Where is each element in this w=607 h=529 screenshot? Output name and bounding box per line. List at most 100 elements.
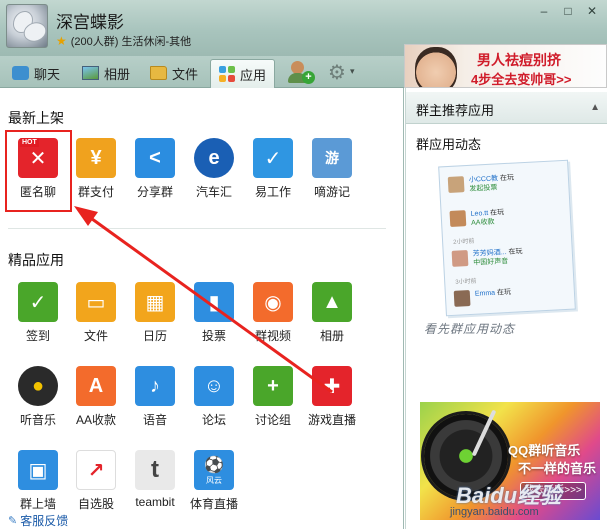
user-avatar: [447, 176, 465, 193]
app-forum[interactable]: ☺ 论坛: [185, 366, 243, 428]
app-teambit[interactable]: t teambit: [126, 450, 184, 509]
app-album[interactable]: ▲ 相册: [303, 282, 361, 344]
app-label: 游戏直播: [307, 413, 356, 427]
app-label: 群上墙: [19, 497, 56, 511]
app-travel-notes[interactable]: 游 嘀游记: [303, 138, 361, 200]
handwritten-caption: 看先群应用动态: [424, 322, 516, 336]
gamepad-icon: ✚: [312, 366, 352, 406]
plus-icon: +: [302, 71, 315, 84]
activity-feed-card: 小CCC教 在玩 发起投票 Leo.tt 在玩 AA收款 2小时前 芳芳妈酒... …: [438, 159, 576, 317]
app-group-video[interactable]: ◉ 群视频: [244, 282, 302, 344]
chevron-down-icon[interactable]: ▾: [350, 66, 355, 77]
app-label: 签到: [25, 329, 50, 343]
app-label: AA收款: [75, 413, 116, 427]
user-avatar: [453, 290, 471, 307]
app-voice[interactable]: ♪ 语音: [126, 366, 184, 428]
app-label: 日历: [142, 329, 167, 343]
collapse-icon[interactable]: ▲: [590, 102, 600, 113]
app-calendar[interactable]: ▦ 日历: [126, 282, 184, 344]
app-game-live[interactable]: ✚ 游戏直播: [303, 366, 361, 428]
folder-icon: [150, 66, 167, 80]
ad-banner[interactable]: 男人祛痘别挤 4步全去变帅哥>>: [404, 44, 607, 88]
tab-label: 聊天: [34, 66, 61, 82]
feed-time: 2小时前: [453, 238, 475, 246]
app-label: 自选股: [77, 497, 114, 511]
app-label: 投票: [201, 329, 226, 343]
ad-subline: 4步全去变帅哥>>: [471, 72, 572, 87]
feed-item: 芳芳妈酒... 在玩 中国好声音: [451, 247, 524, 269]
watermark-url: jingyan.baidu.com: [450, 506, 539, 518]
app-car-club[interactable]: e 汽车汇: [185, 138, 243, 200]
app-vote[interactable]: ▮ 投票: [185, 282, 243, 344]
settings-gear-icon[interactable]: ⚙: [328, 60, 346, 85]
feed-item: Leo.tt 在玩 AA收款: [449, 208, 505, 229]
microphone-icon: ♪: [135, 366, 175, 406]
app-discussion[interactable]: + 讨论组: [244, 366, 302, 428]
app-aa-payment[interactable]: A AA收款: [67, 366, 125, 428]
minimize-button[interactable]: –: [533, 2, 555, 20]
app-label: 嘀游记: [313, 185, 350, 199]
app-files[interactable]: ▭ 文件: [67, 282, 125, 344]
discussion-icon: +: [253, 366, 293, 406]
status-bar: ✎ 客服反馈: [0, 511, 404, 529]
recommend-title: 群主推荐应用: [416, 103, 495, 118]
group-avatar[interactable]: [6, 4, 48, 48]
recommend-header[interactable]: 群主推荐应用 ▲: [406, 92, 607, 124]
webcam-icon: ◉: [253, 282, 293, 322]
star-icon: ★: [56, 34, 67, 48]
app-music[interactable]: ● 听音乐: [9, 366, 67, 428]
highlight-box: [5, 130, 72, 212]
app-share-group[interactable]: < 分享群: [126, 138, 184, 200]
ad-headline: 男人祛痘别挤: [477, 52, 561, 68]
user-avatar: [449, 210, 467, 227]
tab-label: 文件: [172, 66, 199, 82]
app-label: 文件: [83, 329, 108, 343]
feed-item: 小CCC教 在玩 发起投票: [447, 174, 515, 195]
travel-notes-icon: 游: [312, 138, 352, 178]
app-checkin[interactable]: ✓ 签到: [9, 282, 67, 344]
app-label: 相册: [319, 329, 344, 343]
checkin-icon: ✓: [18, 282, 58, 322]
app-label: 汽车汇: [195, 185, 232, 199]
app-label: 论坛: [201, 413, 226, 427]
app-stocks[interactable]: ↗ 自选股: [67, 450, 125, 512]
calendar-icon: ▦: [135, 282, 175, 322]
app-group-wall[interactable]: ▣ 群上墙: [9, 450, 67, 512]
music-ad-subtitle: 不一样的音乐: [518, 461, 597, 476]
add-member-button[interactable]: +: [288, 60, 316, 86]
photo-icon: ▲: [312, 282, 352, 322]
app-label: 讨论组: [254, 413, 291, 427]
app-label: 易工作: [254, 185, 291, 199]
feedback-link[interactable]: 客服反馈: [20, 512, 68, 529]
tab-files[interactable]: 文件: [142, 59, 206, 87]
app-label: 分享群: [136, 185, 173, 199]
car-club-icon: e: [194, 138, 234, 178]
tab-apps[interactable]: 应用: [210, 59, 276, 88]
app-group-pay[interactable]: ¥ 群支付: [67, 138, 125, 200]
soccer-ball-icon: ⚽ 风云: [194, 450, 234, 490]
user-avatar: [451, 250, 469, 267]
close-button[interactable]: ✕: [581, 2, 603, 20]
app-easy-work[interactable]: ✓ 易工作: [244, 138, 302, 200]
bar-chart-icon: ▮: [194, 282, 234, 322]
ad-model-image: [415, 47, 457, 87]
chat-icon: [12, 66, 29, 80]
maximize-button[interactable]: □: [557, 2, 579, 20]
app-sports-live[interactable]: ⚽ 风云 体育直播: [185, 450, 243, 512]
group-info: ★ (200人群) 生活休闲-其他: [56, 33, 191, 49]
feed-item: Emma 在玩: [453, 288, 512, 307]
app-label: 听音乐: [19, 413, 56, 427]
tab-album[interactable]: 相册: [74, 59, 138, 87]
feed-title: 群应用动态: [416, 137, 482, 152]
app-label: 群视频: [254, 329, 291, 343]
feed-time: 3小时前: [455, 278, 477, 286]
group-pay-icon: ¥: [76, 138, 116, 178]
pencil-icon: ✎: [8, 514, 18, 527]
album-icon: [82, 66, 99, 80]
watermark: Baidu经验 jingyan.baidu.com: [450, 478, 606, 526]
app-label: 体育直播: [189, 497, 238, 511]
tab-chat[interactable]: 聊天: [4, 59, 68, 87]
folder-icon: ▭: [76, 282, 116, 322]
apps-icon: [219, 66, 235, 82]
app-label: teambit: [135, 495, 175, 509]
